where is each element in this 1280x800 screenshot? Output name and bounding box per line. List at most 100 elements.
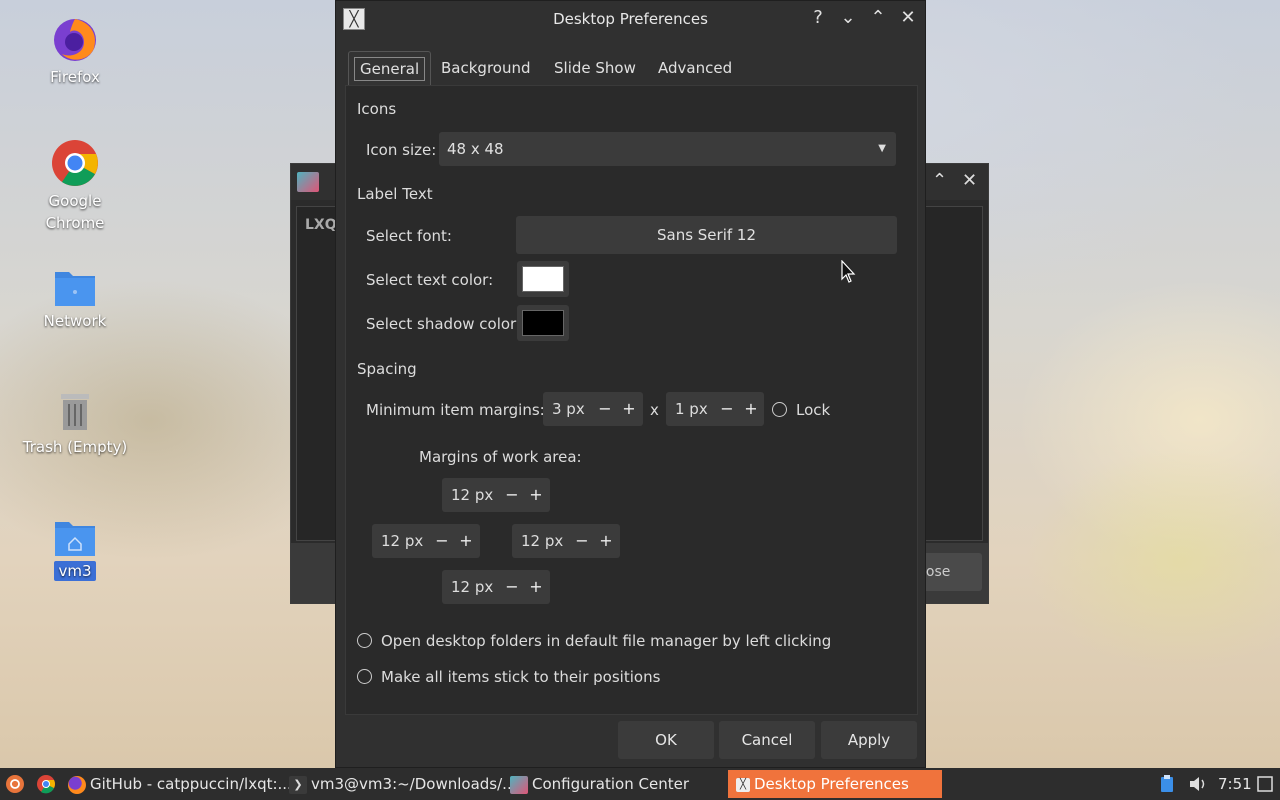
- cancel-button[interactable]: Cancel: [719, 721, 815, 759]
- shadow-color-swatch: [522, 310, 564, 336]
- minus-icon[interactable]: −: [504, 570, 520, 604]
- spin-value: 12 px: [521, 532, 564, 550]
- icon-size-value: 48 x 48: [447, 140, 504, 158]
- shadow-color-label: Select shadow color:: [366, 315, 522, 333]
- tab-label: General: [354, 57, 426, 81]
- spin-value: 3 px: [552, 400, 585, 418]
- taskbar-item-terminal[interactable]: ❯ vm3@vm3:~/Downloads/...: [289, 768, 516, 800]
- tab-slide-show[interactable]: Slide Show: [554, 51, 636, 85]
- desktop-icon-chrome[interactable]: Google Chrome: [15, 138, 135, 234]
- network-folder-icon: [55, 272, 95, 306]
- plus-icon[interactable]: +: [598, 524, 614, 558]
- work-area-top-spinbox[interactable]: 12 px − +: [442, 478, 550, 512]
- lock-radio[interactable]: [772, 402, 787, 417]
- desktop-icon-label: Google Chrome: [45, 192, 105, 232]
- plus-icon[interactable]: +: [528, 478, 544, 512]
- tab-general[interactable]: General: [348, 51, 432, 85]
- text-color-button[interactable]: [517, 261, 569, 297]
- icon-size-label: Icon size:: [366, 141, 437, 159]
- desktop-icon-network[interactable]: Network: [15, 266, 135, 332]
- terminal-icon: ❯: [289, 775, 307, 794]
- home-folder-icon: [55, 522, 95, 556]
- select-font-button[interactable]: Sans Serif 12: [516, 216, 897, 254]
- volume-icon[interactable]: [1188, 775, 1208, 793]
- dropdown-arrow-icon: ▼: [878, 143, 886, 154]
- chrome-icon: [52, 140, 98, 186]
- desktop-icon-firefox[interactable]: Firefox: [15, 14, 135, 88]
- plus-icon[interactable]: +: [458, 524, 474, 558]
- margin-x-spinbox[interactable]: 3 px − +: [543, 392, 643, 426]
- min-margins-label: Minimum item margins:: [366, 401, 545, 419]
- minus-icon[interactable]: −: [574, 524, 590, 558]
- minus-icon[interactable]: −: [719, 392, 735, 426]
- desktop-icon-label: Trash (Empty): [22, 438, 128, 456]
- desktop-icon-vm3[interactable]: vm3: [15, 516, 135, 582]
- desktop-preferences-dialog[interactable]: ╳ Desktop Preferences ? ⌄ ⌃ ✕ General Ba…: [335, 0, 926, 768]
- spin-value: 12 px: [381, 532, 424, 550]
- taskbar-item-label: GitHub - catppuccin/lxqt:...: [90, 775, 292, 793]
- clipboard-icon[interactable]: [1160, 775, 1174, 793]
- desktop-icon-label: Network: [43, 312, 107, 330]
- firefox-icon: [68, 775, 86, 794]
- desktop-icon-trash[interactable]: Trash (Empty): [15, 390, 135, 458]
- config-center-icon: [297, 172, 319, 192]
- open-folders-label[interactable]: Open desktop folders in default file man…: [381, 632, 831, 650]
- minimize-icon[interactable]: ⌄: [837, 7, 859, 28]
- open-folders-radio[interactable]: [357, 633, 372, 648]
- margin-separator: x: [650, 401, 659, 419]
- shadow-color-button[interactable]: [517, 305, 569, 341]
- work-area-bottom-spinbox[interactable]: 12 px − +: [442, 570, 550, 604]
- taskbar-item-config-center[interactable]: Configuration Center: [510, 768, 689, 800]
- plus-icon[interactable]: +: [621, 392, 637, 426]
- apply-button[interactable]: Apply: [821, 721, 917, 759]
- window-text-fragment: LXQ: [305, 217, 337, 233]
- minus-icon[interactable]: −: [504, 478, 520, 512]
- desktop-prefs-icon: ╳: [736, 777, 750, 792]
- icon-size-select[interactable]: 48 x 48 ▼: [439, 132, 896, 166]
- clock[interactable]: 7:51: [1218, 768, 1252, 800]
- text-color-label: Select text color:: [366, 271, 494, 289]
- work-area-left-spinbox[interactable]: 12 px − +: [372, 524, 480, 558]
- minus-icon[interactable]: −: [597, 392, 613, 426]
- desktop-icon-label: vm3: [54, 561, 96, 581]
- taskbar-item-desktop-prefs[interactable]: ╳ Desktop Preferences: [728, 770, 942, 798]
- close-icon[interactable]: ✕: [897, 7, 919, 28]
- trash-icon: [61, 394, 89, 430]
- ok-button[interactable]: OK: [618, 721, 714, 759]
- icons-heading: Icons: [357, 100, 397, 118]
- minus-icon[interactable]: −: [434, 524, 450, 558]
- work-area-label: Margins of work area:: [419, 448, 582, 466]
- firefox-icon: [54, 19, 96, 61]
- taskbar: GitHub - catppuccin/lxqt:... ❯ vm3@vm3:~/…: [0, 768, 1280, 800]
- show-desktop-icon[interactable]: [1257, 776, 1273, 792]
- spin-value: 12 px: [451, 486, 494, 504]
- taskbar-item-label: Desktop Preferences: [754, 775, 909, 793]
- plus-icon[interactable]: +: [743, 392, 759, 426]
- stick-items-label[interactable]: Make all items stick to their positions: [381, 668, 660, 686]
- maximize-icon[interactable]: ⌃: [932, 170, 947, 191]
- label-text-heading: Label Text: [357, 185, 433, 203]
- select-font-label: Select font:: [366, 227, 452, 245]
- margin-y-spinbox[interactable]: 1 px − +: [666, 392, 764, 426]
- mouse-cursor-icon: [841, 260, 856, 283]
- work-area-right-spinbox[interactable]: 12 px − +: [512, 524, 620, 558]
- taskbar-item-label: Configuration Center: [532, 775, 689, 793]
- close-icon[interactable]: ✕: [962, 170, 977, 191]
- tab-background[interactable]: Background: [441, 51, 531, 85]
- chrome-launcher-icon[interactable]: [36, 774, 56, 794]
- tab-advanced[interactable]: Advanced: [658, 51, 732, 85]
- spin-value: 1 px: [675, 400, 708, 418]
- window-titlebar[interactable]: ╳ Desktop Preferences ? ⌄ ⌃ ✕: [336, 1, 925, 37]
- start-menu-icon[interactable]: [5, 774, 25, 794]
- config-center-icon: [510, 775, 528, 794]
- spin-value: 12 px: [451, 578, 494, 596]
- taskbar-item-github[interactable]: GitHub - catppuccin/lxqt:...: [68, 768, 292, 800]
- lock-label: Lock: [796, 401, 831, 419]
- maximize-icon[interactable]: ⌃: [867, 7, 889, 28]
- taskbar-item-label: vm3@vm3:~/Downloads/...: [311, 775, 517, 793]
- stick-items-radio[interactable]: [357, 669, 372, 684]
- spacing-heading: Spacing: [357, 360, 417, 378]
- plus-icon[interactable]: +: [528, 570, 544, 604]
- help-icon[interactable]: ?: [807, 7, 829, 28]
- desktop-icon-label: Firefox: [50, 68, 100, 86]
